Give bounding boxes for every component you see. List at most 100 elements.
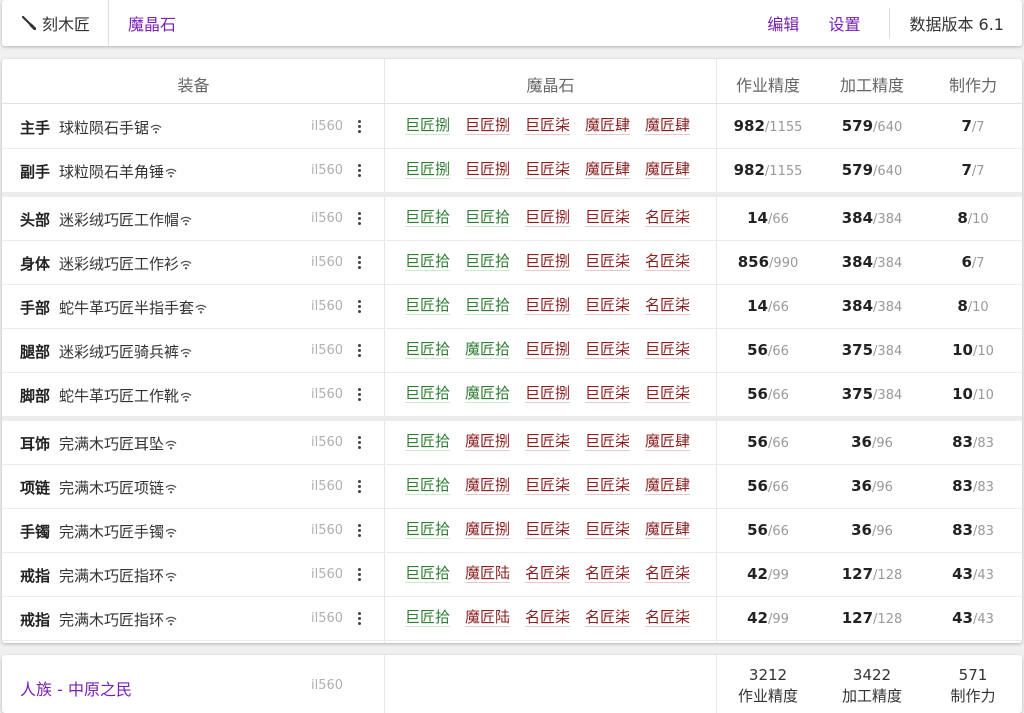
item-name[interactable]: 球粒陨石羊角锤 xyxy=(59,161,177,182)
craftsmanship-max: /990 xyxy=(769,256,799,271)
materia-slot[interactable]: 巨匠柒 xyxy=(525,117,571,135)
materia-slot[interactable]: 巨匠柒 xyxy=(585,341,631,359)
materia-slot[interactable]: 巨匠柒 xyxy=(645,385,691,403)
more-options-icon[interactable] xyxy=(358,612,362,626)
more-options-icon[interactable] xyxy=(358,568,362,582)
materia-slot[interactable]: 魔匠拾 xyxy=(465,385,511,403)
materia-slot[interactable]: 巨匠捌 xyxy=(525,297,571,315)
more-options-icon[interactable] xyxy=(358,480,362,494)
item-name[interactable]: 完满木巧匠耳坠 xyxy=(59,433,177,454)
more-options-icon[interactable] xyxy=(358,524,362,538)
materia-slot[interactable]: 魔匠陆 xyxy=(465,565,511,583)
materia-slot[interactable]: 巨匠柒 xyxy=(525,477,571,495)
materia-slot[interactable]: 巨匠拾 xyxy=(405,253,451,271)
materia-slot[interactable]: 巨匠柒 xyxy=(525,161,571,179)
edit-button[interactable]: 编辑 xyxy=(767,11,799,35)
item-name[interactable]: 蛇牛革巧匠半指手套 xyxy=(59,297,207,318)
materia-slot[interactable]: 巨匠捌 xyxy=(465,117,511,135)
materia-slot[interactable]: 巨匠捌 xyxy=(465,161,511,179)
more-options-icon[interactable] xyxy=(358,212,362,226)
item-name[interactable]: 迷彩绒巧匠工作衫 xyxy=(59,253,192,274)
materia-slot[interactable]: 巨匠拾 xyxy=(405,341,451,359)
materia-slot[interactable]: 魔匠肆 xyxy=(585,117,631,135)
job-selector[interactable]: 刻木匠 xyxy=(2,0,110,46)
materia-slot[interactable]: 魔匠捌 xyxy=(465,521,511,539)
materia-slot[interactable]: 巨匠柒 xyxy=(585,253,631,271)
materia-slot[interactable]: 魔匠肆 xyxy=(645,117,691,135)
hq-signal-icon xyxy=(165,612,177,626)
item-name[interactable]: 完满木巧匠项链 xyxy=(59,477,177,498)
materia-slot[interactable]: 巨匠捌 xyxy=(525,341,571,359)
materia-slot[interactable]: 魔匠肆 xyxy=(645,477,691,495)
cp-value: 8 xyxy=(957,297,968,315)
materia-slot[interactable]: 魔匠肆 xyxy=(645,521,691,539)
item-name[interactable]: 迷彩绒巧匠工作帽 xyxy=(59,209,192,230)
materia-slot[interactable]: 魔匠肆 xyxy=(645,161,691,179)
materia-slot[interactable]: 巨匠拾 xyxy=(405,433,451,451)
more-options-icon[interactable] xyxy=(358,344,362,358)
materia-slot[interactable]: 名匠柒 xyxy=(645,609,691,627)
materia-slot[interactable]: 巨匠捌 xyxy=(525,385,571,403)
cp-max: /83 xyxy=(972,436,994,451)
more-options-icon[interactable] xyxy=(358,256,362,270)
materia-slot[interactable]: 名匠柒 xyxy=(585,565,631,583)
materia-slot[interactable]: 巨匠柒 xyxy=(645,341,691,359)
materia-slot[interactable]: 巨匠拾 xyxy=(405,385,451,403)
item-name[interactable]: 完满木巧匠指环 xyxy=(59,609,177,630)
page-title[interactable]: 魔晶石 xyxy=(109,11,176,35)
materia-slot[interactable]: 巨匠拾 xyxy=(405,209,451,227)
materia-slot[interactable]: 巨匠拾 xyxy=(405,565,451,583)
more-options-icon[interactable] xyxy=(358,300,362,314)
materia-slot[interactable]: 魔匠捌 xyxy=(465,477,511,495)
materia-slot[interactable]: 名匠柒 xyxy=(645,209,691,227)
cp-value: 6 xyxy=(961,253,972,271)
more-options-icon[interactable] xyxy=(358,436,362,450)
craftsmanship-value: 14 xyxy=(747,209,768,227)
more-options-icon[interactable] xyxy=(358,388,362,402)
materia-slot[interactable]: 巨匠柒 xyxy=(585,385,631,403)
materia-slot[interactable]: 名匠柒 xyxy=(645,565,691,583)
materia-slot[interactable]: 巨匠拾 xyxy=(405,609,451,627)
materia-slot[interactable]: 巨匠拾 xyxy=(465,209,511,227)
materia-slot[interactable]: 魔匠捌 xyxy=(465,433,511,451)
item-name[interactable]: 球粒陨石手锯 xyxy=(59,117,162,138)
materia-slot[interactable]: 巨匠柒 xyxy=(585,521,631,539)
materia-slot[interactable]: 名匠柒 xyxy=(525,565,571,583)
materia-slot[interactable]: 巨匠捌 xyxy=(405,161,451,179)
materia-slot[interactable]: 巨匠柒 xyxy=(585,477,631,495)
control-total-value: 3422 xyxy=(852,666,892,684)
settings-button[interactable]: 设置 xyxy=(828,11,860,35)
materia-slot[interactable]: 名匠柒 xyxy=(645,253,691,271)
materia-slot[interactable]: 巨匠拾 xyxy=(405,521,451,539)
materia-slot[interactable]: 巨匠柒 xyxy=(585,433,631,451)
materia-slot[interactable]: 巨匠捌 xyxy=(405,117,451,135)
materia-slot[interactable]: 巨匠捌 xyxy=(525,253,571,271)
materia-slot[interactable]: 名匠柒 xyxy=(525,609,571,627)
materia-slot[interactable]: 巨匠柒 xyxy=(525,521,571,539)
materia-slot[interactable]: 名匠柒 xyxy=(645,297,691,315)
more-options-icon[interactable] xyxy=(358,120,362,134)
materia-slot[interactable]: 魔匠肆 xyxy=(645,433,691,451)
more-options-icon[interactable] xyxy=(358,164,362,178)
materia-slot[interactable]: 名匠柒 xyxy=(585,609,631,627)
materia-slot[interactable]: 巨匠拾 xyxy=(465,253,511,271)
item-name[interactable]: 蛇牛革巧匠工作靴 xyxy=(59,385,192,406)
materia-slot[interactable]: 巨匠拾 xyxy=(405,297,451,315)
race-selector[interactable]: 人族 - 中原之民 xyxy=(20,676,132,700)
craftsmanship-stat: 56/66 xyxy=(716,521,820,539)
item-name[interactable]: 完满木巧匠指环 xyxy=(59,565,177,586)
item-name[interactable]: 迷彩绒巧匠骑兵裤 xyxy=(59,341,192,362)
materia-slot[interactable]: 巨匠拾 xyxy=(465,297,511,315)
control-max: /96 xyxy=(871,480,893,495)
materia-slot[interactable]: 巨匠柒 xyxy=(525,433,571,451)
materia-slot[interactable]: 魔匠陆 xyxy=(465,609,511,627)
materia-slot[interactable]: 巨匠柒 xyxy=(585,297,631,315)
materia-slot[interactable]: 魔匠拾 xyxy=(465,341,511,359)
materia-slot[interactable]: 魔匠肆 xyxy=(585,161,631,179)
item-name[interactable]: 完满木巧匠手镯 xyxy=(59,521,177,542)
materia-slot[interactable]: 巨匠捌 xyxy=(525,209,571,227)
job-name: 刻木匠 xyxy=(42,15,91,34)
materia-slot[interactable]: 巨匠拾 xyxy=(405,477,451,495)
materia-slot[interactable]: 巨匠柒 xyxy=(585,209,631,227)
table-row: 手镯 完满木巧匠手镯 il560 巨匠拾 魔匠捌 巨匠柒 巨匠柒 魔匠肆 56/66 36/96 8… xyxy=(2,508,1022,553)
